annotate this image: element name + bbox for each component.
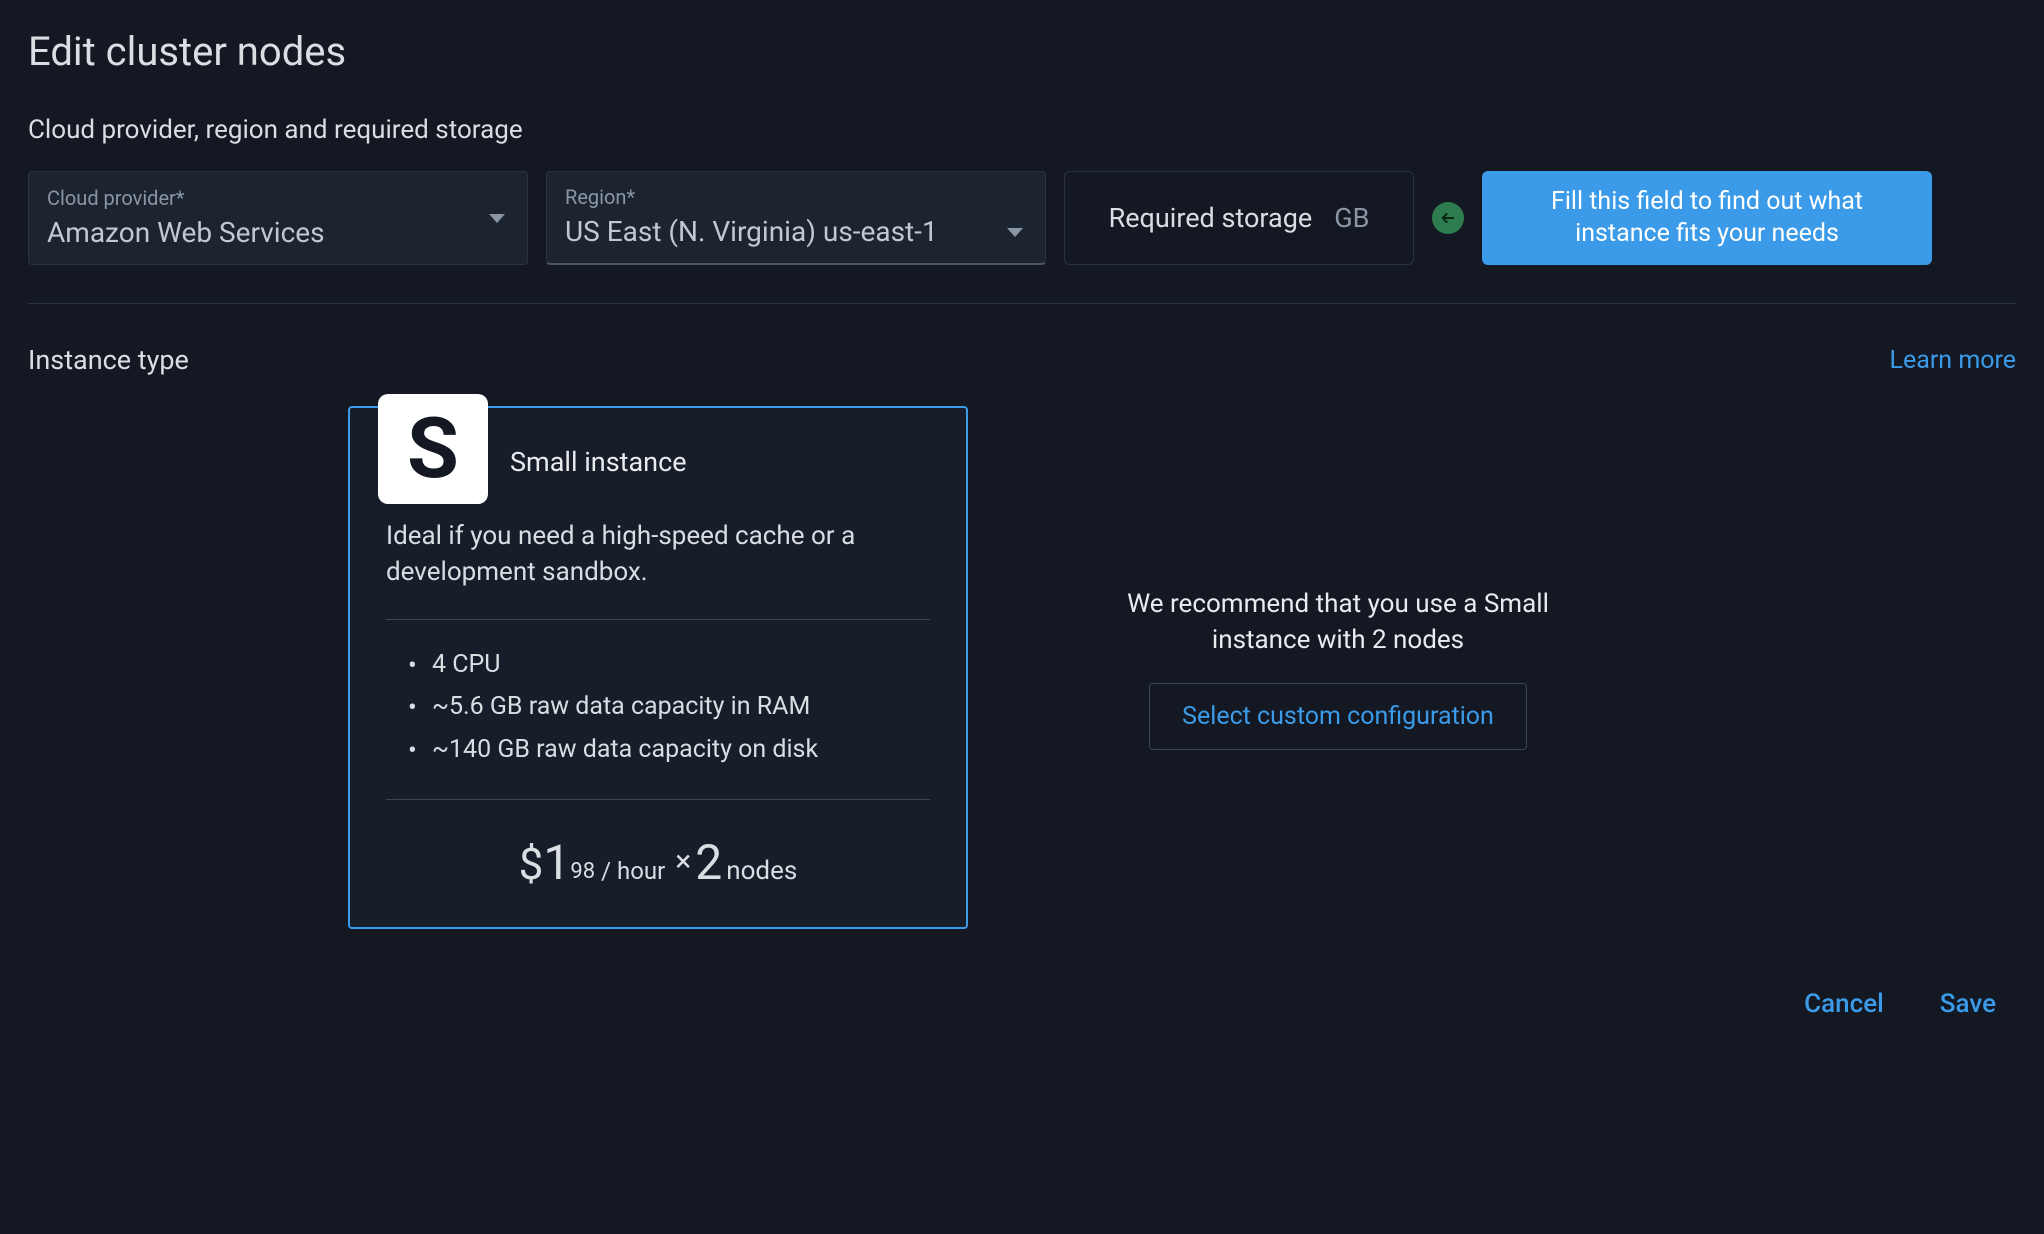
storage-label: Required storage: [1109, 202, 1313, 234]
cloud-provider-value: Amazon Web Services: [47, 216, 509, 249]
page-title: Edit cluster nodes: [28, 28, 2016, 75]
config-row: Cloud provider* Amazon Web Services Regi…: [28, 171, 2016, 265]
cloud-provider-label: Cloud provider*: [47, 186, 509, 210]
select-custom-config-button[interactable]: Select custom configuration: [1149, 683, 1527, 750]
instance-type-label: Instance type: [28, 344, 189, 376]
spec-list: 4 CPU ~5.6 GB raw data capacity in RAM ~…: [386, 644, 930, 772]
price-currency: $: [519, 838, 544, 890]
price-per-hour: / hour: [601, 857, 665, 885]
price-row: $198/ hour ×2nodes: [386, 824, 930, 891]
instance-card-small[interactable]: S Small instance Ideal if you need a hig…: [348, 406, 968, 929]
save-button[interactable]: Save: [1940, 989, 1996, 1019]
cloud-provider-select[interactable]: Cloud provider* Amazon Web Services: [28, 171, 528, 265]
instance-row: S Small instance Ideal if you need a hig…: [28, 406, 2016, 929]
section-subtitle: Cloud provider, region and required stor…: [28, 115, 2016, 145]
spec-item: 4 CPU: [408, 644, 930, 687]
instance-badge: S: [378, 394, 488, 504]
price-nodes-label: nodes: [726, 856, 797, 886]
price-integer: 1: [543, 834, 570, 891]
instance-description: Ideal if you need a high-speed cache or …: [386, 518, 930, 591]
divider: [28, 303, 2016, 304]
spec-item: ~140 GB raw data capacity on disk: [408, 729, 930, 772]
price-multiplier: ×: [675, 844, 691, 879]
region-select[interactable]: Region* US East (N. Virginia) us-east-1: [546, 171, 1046, 265]
instance-name: Small instance: [510, 446, 687, 478]
required-storage-input[interactable]: Required storage GB: [1064, 171, 1414, 265]
divider: [386, 619, 930, 620]
tip-callout: Fill this field to find out what instanc…: [1482, 171, 1932, 265]
footer-actions: Cancel Save: [28, 989, 2016, 1019]
region-label: Region*: [565, 185, 1027, 209]
spec-item: ~5.6 GB raw data capacity in RAM: [408, 686, 930, 729]
price-cents: 98: [570, 859, 595, 884]
storage-unit: GB: [1334, 202, 1369, 234]
chevron-down-icon: [1007, 228, 1023, 237]
region-value: US East (N. Virginia) us-east-1: [565, 215, 1027, 248]
cancel-button[interactable]: Cancel: [1804, 989, 1884, 1019]
arrow-left-icon: [1432, 202, 1464, 234]
chevron-down-icon: [489, 214, 505, 223]
recommendation-panel: We recommend that you use a Small instan…: [1118, 586, 1558, 750]
recommendation-text: We recommend that you use a Small instan…: [1118, 586, 1558, 659]
price-nodes-number: 2: [695, 834, 722, 891]
learn-more-link[interactable]: Learn more: [1890, 346, 2016, 375]
instance-type-header: Instance type Learn more: [28, 344, 2016, 376]
divider: [386, 799, 930, 800]
